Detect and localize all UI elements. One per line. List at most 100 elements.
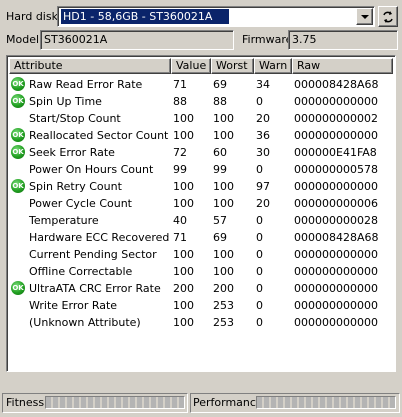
cell-attribute: Current Pending Sector — [29, 248, 157, 261]
cell-warn: 20 — [256, 197, 270, 210]
refresh-button[interactable] — [378, 6, 398, 27]
performance-bar — [256, 396, 396, 409]
cell-attribute: Offline Correctable — [29, 265, 133, 278]
cell-attribute: Spin Up Time — [29, 95, 102, 108]
table-row[interactable]: Power On Hours Count 99 99 0 000000000578 — [9, 161, 393, 178]
hard-disk-select-value: HD1 - 58,6GB - ST360021A — [61, 9, 229, 24]
cell-warn: 0 — [256, 316, 263, 329]
table-row[interactable]: Start/Stop Count 100 100 20 000000000002 — [9, 110, 393, 127]
cell-attribute: (Unknown Attribute) — [29, 316, 141, 329]
table-row[interactable]: OK Spin Retry Count 100 100 97 000000000000 — [9, 178, 393, 195]
table-row[interactable]: OK Spin Up Time 88 88 0 000000000000 — [9, 93, 393, 110]
cell-warn: 0 — [256, 163, 263, 176]
ok-status-icon: OK — [11, 281, 25, 295]
smart-attributes-table[interactable]: Attribute Value Worst Warn Raw OK Raw Rea… — [6, 55, 396, 372]
cell-worst: 69 — [213, 231, 227, 244]
cell-worst: 100 — [213, 112, 234, 125]
table-row[interactable]: OK Reallocated Sector Count 100 100 36 000000… — [9, 127, 393, 144]
table-header: Attribute Value Worst Warn Raw — [9, 58, 393, 74]
table-row[interactable]: Hardware ECC Recovered 71 69 0 000008428A68 — [9, 229, 393, 246]
cell-warn: 34 — [256, 78, 270, 91]
cell-value: 71 — [173, 231, 187, 244]
cell-worst: 69 — [213, 78, 227, 91]
firmware-label: Firmware — [242, 33, 293, 46]
cell-warn: 0 — [256, 299, 263, 312]
column-header-raw[interactable]: Raw — [292, 58, 393, 74]
cell-worst: 253 — [213, 299, 234, 312]
ok-status-icon: OK — [11, 77, 25, 91]
cell-raw: 000000000000 — [294, 316, 378, 329]
cell-raw: 000008428A68 — [294, 231, 379, 244]
table-row[interactable]: Current Pending Sector 100 100 0 00000000000… — [9, 246, 393, 263]
cell-value: 100 — [173, 197, 194, 210]
table-row[interactable]: Power Cycle Count 100 100 20 000000000006 — [9, 195, 393, 212]
cell-worst: 100 — [213, 265, 234, 278]
cell-value: 71 — [173, 78, 187, 91]
table-row[interactable]: Temperature 40 57 0 000000000028 — [9, 212, 393, 229]
cell-attribute: Seek Error Rate — [29, 146, 115, 159]
cell-worst: 100 — [213, 129, 234, 142]
column-header-worst[interactable]: Worst — [211, 58, 254, 74]
cell-worst: 100 — [213, 197, 234, 210]
cell-raw: 000000000000 — [294, 299, 378, 312]
cell-attribute: UltraATA CRC Error Rate — [29, 282, 161, 295]
cell-warn: 0 — [256, 95, 263, 108]
cell-worst: 57 — [213, 214, 227, 227]
performance-label: Performance — [193, 396, 263, 409]
hard-disk-select[interactable]: HD1 - 58,6GB - ST360021A — [57, 6, 375, 27]
cell-worst: 88 — [213, 95, 227, 108]
cell-value: 200 — [173, 282, 194, 295]
cell-value: 100 — [173, 180, 194, 193]
cell-raw: 000000000000 — [294, 180, 378, 193]
cell-warn: 0 — [256, 231, 263, 244]
cell-attribute: Raw Read Error Rate — [29, 78, 143, 91]
cell-attribute: Hardware ECC Recovered — [29, 231, 170, 244]
cell-raw: 000000000006 — [294, 197, 378, 210]
ok-status-icon: OK — [11, 145, 25, 159]
cell-warn: 0 — [256, 282, 263, 295]
cell-raw: 000000000000 — [294, 282, 378, 295]
fitness-bar — [45, 396, 185, 409]
cell-worst: 60 — [213, 146, 227, 159]
column-header-value[interactable]: Value — [171, 58, 211, 74]
hard-disk-label: Hard disk — [6, 10, 58, 23]
table-row[interactable]: Offline Correctable 100 100 0 000000000000 — [9, 263, 393, 280]
status-bar: Fitness Performance — [0, 391, 402, 417]
cell-attribute: Power On Hours Count — [29, 163, 154, 176]
cell-worst: 99 — [213, 163, 227, 176]
cell-value: 100 — [173, 112, 194, 125]
table-row[interactable]: (Unknown Attribute) 100 253 0 000000000000 — [9, 314, 393, 331]
cell-worst: 200 — [213, 282, 234, 295]
cell-attribute: Reallocated Sector Count — [29, 129, 169, 142]
ok-status-icon: OK — [11, 128, 25, 142]
cell-raw: 000000000000 — [294, 129, 378, 142]
cell-attribute: Spin Retry Count — [29, 180, 122, 193]
table-row[interactable]: OK UltraATA CRC Error Rate 200 200 0 00000000… — [9, 280, 393, 297]
table-row[interactable]: Write Error Rate 100 253 0 000000000000 — [9, 297, 393, 314]
model-field: ST360021A — [40, 30, 234, 50]
cell-warn: 0 — [256, 265, 263, 278]
fitness-label: Fitness — [6, 396, 45, 409]
cell-warn: 0 — [256, 214, 263, 227]
dropdown-button[interactable] — [356, 8, 373, 25]
column-header-attribute[interactable]: Attribute — [9, 58, 171, 74]
cell-value: 72 — [173, 146, 187, 159]
cell-value: 100 — [173, 299, 194, 312]
cell-attribute: Write Error Rate — [29, 299, 118, 312]
ok-status-icon: OK — [11, 179, 25, 193]
column-header-warn[interactable]: Warn — [254, 58, 292, 74]
firmware-field: 3.75 — [288, 30, 398, 50]
cell-raw: 000000000000 — [294, 265, 378, 278]
cell-value: 40 — [173, 214, 187, 227]
cell-value: 88 — [173, 95, 187, 108]
cell-raw: 000000E41FA8 — [294, 146, 377, 159]
cell-raw: 000008428A68 — [294, 78, 379, 91]
cell-raw: 000000000000 — [294, 248, 378, 261]
table-row[interactable]: OK Raw Read Error Rate 71 69 34 000008428A68 — [9, 76, 393, 93]
cell-raw: 000000000002 — [294, 112, 378, 125]
table-row[interactable]: OK Seek Error Rate 72 60 30 000000E41FA8 — [9, 144, 393, 161]
model-label: Model — [6, 33, 40, 46]
cell-value: 100 — [173, 248, 194, 261]
cell-warn: 20 — [256, 112, 270, 125]
cell-value: 99 — [173, 163, 187, 176]
